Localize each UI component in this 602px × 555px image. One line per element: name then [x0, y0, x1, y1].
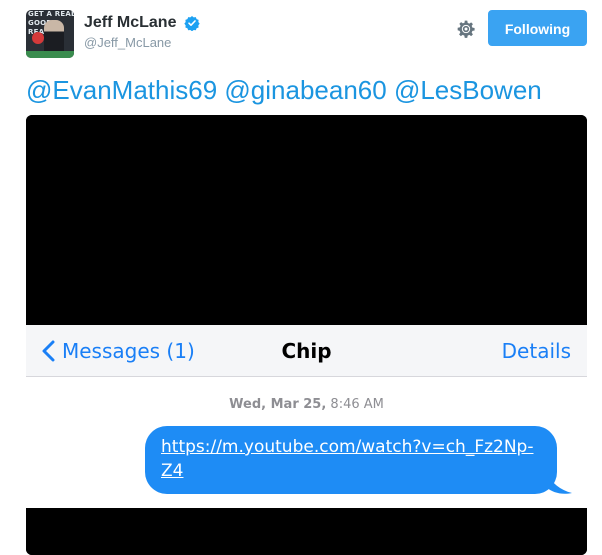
messages-back-label: Messages (1) — [62, 339, 195, 363]
verified-badge-icon — [184, 16, 200, 31]
author-info: Jeff McLane @Jeff_McLane — [84, 14, 200, 50]
avatar[interactable]: GET A REAL GOOD READ — [26, 10, 74, 58]
details-button: Details — [501, 339, 571, 363]
chevron-left-icon — [42, 340, 55, 361]
following-button[interactable]: Following — [488, 10, 587, 46]
author-handle[interactable]: @Jeff_McLane — [84, 35, 200, 50]
tweet-text: @EvanMathis69 @ginabean60 @LesBowen — [26, 74, 542, 106]
avatar-decoration-bar — [26, 51, 74, 58]
message-link: https://m.youtube.com/watch?v=ch_Fz2Np-Z… — [161, 437, 534, 481]
message-timestamp: Wed, Mar 25, 8:46 AM — [26, 397, 587, 412]
avatar-decoration — [32, 32, 44, 44]
media-black-region — [26, 508, 587, 555]
timestamp-time: 8:46 AM — [330, 397, 384, 412]
mention-link[interactable]: @ginabean60 — [224, 75, 386, 105]
messages-back-button: Messages (1) — [41, 337, 195, 365]
message-bubble: https://m.youtube.com/watch?v=ch_Fz2Np-Z… — [145, 426, 557, 494]
message-thread: Wed, Mar 25, 8:46 AM https://m.youtube.c… — [26, 377, 587, 508]
tweet-header: GET A REAL GOOD READ Jeff McLane @Jeff_M… — [26, 10, 588, 58]
timestamp-day: Wed, Mar 25, — [229, 397, 327, 412]
mention-link[interactable]: @LesBowen — [394, 75, 542, 105]
messages-nav-bar: Messages (1) Chip Details — [26, 325, 587, 377]
bubble-tail — [546, 473, 572, 494]
gear-icon[interactable] — [456, 19, 476, 39]
display-name[interactable]: Jeff McLane — [84, 14, 176, 32]
mention-link[interactable]: @EvanMathis69 — [26, 75, 217, 105]
tweet-media[interactable]: Messages (1) Chip Details Wed, Mar 25, 8… — [26, 115, 587, 555]
media-black-region — [26, 115, 587, 325]
